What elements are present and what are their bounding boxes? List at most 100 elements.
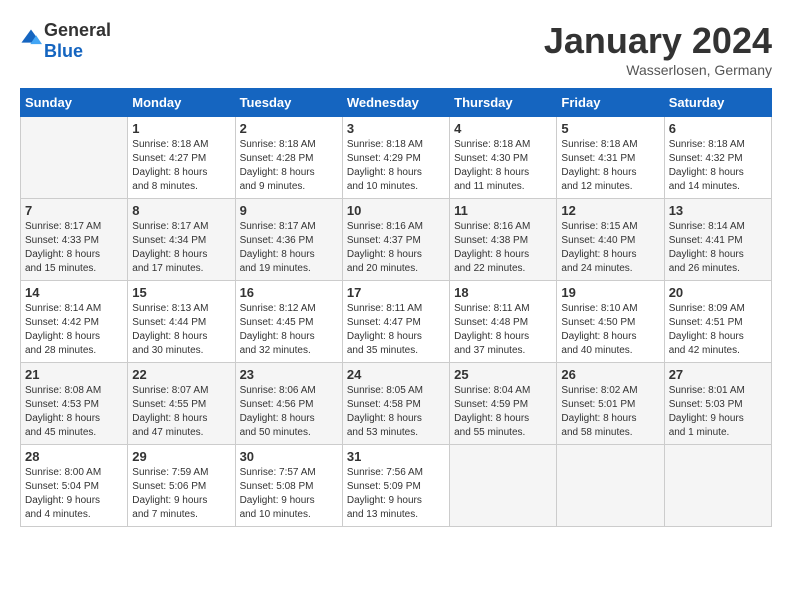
column-header-friday: Friday [557,89,664,117]
calendar-cell: 2 Sunrise: 8:18 AMSunset: 4:28 PMDaylight… [235,117,342,199]
calendar-cell: 23Sunrise: 8:06 AMSunset: 4:56 PMDayligh… [235,363,342,445]
day-info: Sunrise: 8:02 AMSunset: 5:01 PMDaylight:… [561,384,659,440]
calendar-table: SundayMondayTuesdayWednesdayThursdayFrid… [20,88,772,527]
column-header-thursday: Thursday [450,89,557,117]
day-number: 19 [561,285,659,300]
day-info: Sunrise: 7:59 AMSunset: 5:06 PMDaylight:… [132,466,230,522]
calendar-cell: 9 Sunrise: 8:17 AMSunset: 4:36 PMDaylight… [235,199,342,281]
day-info: Sunrise: 8:18 AMSunset: 4:32 PMDaylight:… [669,138,767,194]
calendar-cell [664,445,771,527]
day-info: Sunrise: 8:15 AMSunset: 4:40 PMDaylight:… [561,220,659,276]
day-number: 14 [25,285,123,300]
day-number: 30 [240,449,338,464]
calendar-cell: 5 Sunrise: 8:18 AMSunset: 4:31 PMDaylight… [557,117,664,199]
calendar-cell: 15Sunrise: 8:13 AMSunset: 4:44 PMDayligh… [128,281,235,363]
day-number: 18 [454,285,552,300]
calendar-cell: 12 Sunrise: 8:15 AMSunset: 4:40 PMDayligh… [557,199,664,281]
day-info: Sunrise: 8:17 AMSunset: 4:33 PMDaylight:… [25,220,123,276]
day-info: Sunrise: 8:17 AMSunset: 4:36 PMDaylight:… [240,220,338,276]
calendar-cell: 30 Sunrise: 7:57 AMSunset: 5:08 PMDayligh… [235,445,342,527]
day-number: 10 [347,203,445,218]
day-info: Sunrise: 8:14 AMSunset: 4:41 PMDaylight:… [669,220,767,276]
calendar-cell: 24Sunrise: 8:05 AMSunset: 4:58 PMDayligh… [342,363,449,445]
day-number: 29 [132,449,230,464]
calendar-cell: 3Sunrise: 8:18 AMSunset: 4:29 PMDaylight… [342,117,449,199]
day-number: 12 [561,203,659,218]
day-info: Sunrise: 8:09 AMSunset: 4:51 PMDaylight:… [669,302,767,358]
day-info: Sunrise: 8:18 AMSunset: 4:30 PMDaylight:… [454,138,552,194]
day-number: 1 [132,121,230,136]
logo-icon [20,28,42,50]
day-number: 26 [561,367,659,382]
day-info: Sunrise: 8:18 AMSunset: 4:31 PMDaylight:… [561,138,659,194]
column-header-saturday: Saturday [664,89,771,117]
day-number: 13 [669,203,767,218]
calendar-cell: 28Sunrise: 8:00 AMSunset: 5:04 PMDayligh… [21,445,128,527]
day-number: 7 [25,203,123,218]
day-number: 21 [25,367,123,382]
calendar-cell [21,117,128,199]
day-info: Sunrise: 8:16 AMSunset: 4:37 PMDaylight:… [347,220,445,276]
calendar-cell: 11 Sunrise: 8:16 AMSunset: 4:38 PMDayligh… [450,199,557,281]
day-info: Sunrise: 8:00 AMSunset: 5:04 PMDaylight:… [25,466,123,522]
calendar-subtitle: Wasserlosen, Germany [544,62,772,78]
day-info: Sunrise: 8:13 AMSunset: 4:44 PMDaylight:… [132,302,230,358]
calendar-cell: 6 Sunrise: 8:18 AMSunset: 4:32 PMDaylight… [664,117,771,199]
day-number: 27 [669,367,767,382]
day-info: Sunrise: 8:07 AMSunset: 4:55 PMDaylight:… [132,384,230,440]
day-number: 4 [454,121,552,136]
day-info: Sunrise: 8:10 AMSunset: 4:50 PMDaylight:… [561,302,659,358]
column-header-tuesday: Tuesday [235,89,342,117]
day-number: 16 [240,285,338,300]
day-number: 22 [132,367,230,382]
calendar-cell: 10 Sunrise: 8:16 AMSunset: 4:37 PMDayligh… [342,199,449,281]
calendar-cell: 16 Sunrise: 8:12 AMSunset: 4:45 PMDayligh… [235,281,342,363]
calendar-cell: 17 Sunrise: 8:11 AMSunset: 4:47 PMDayligh… [342,281,449,363]
day-number: 20 [669,285,767,300]
day-number: 11 [454,203,552,218]
calendar-cell [450,445,557,527]
logo-text-general: General [44,20,111,40]
day-info: Sunrise: 8:12 AMSunset: 4:45 PMDaylight:… [240,302,338,358]
column-header-monday: Monday [128,89,235,117]
day-number: 17 [347,285,445,300]
day-info: Sunrise: 7:56 AMSunset: 5:09 PMDaylight:… [347,466,445,522]
day-info: Sunrise: 7:57 AMSunset: 5:08 PMDaylight:… [240,466,338,522]
day-number: 6 [669,121,767,136]
day-info: Sunrise: 8:11 AMSunset: 4:47 PMDaylight:… [347,302,445,358]
calendar-cell [557,445,664,527]
calendar-cell: 25Sunrise: 8:04 AMSunset: 4:59 PMDayligh… [450,363,557,445]
logo-text-blue: Blue [44,41,83,61]
day-number: 8 [132,203,230,218]
calendar-cell: 4 Sunrise: 8:18 AMSunset: 4:30 PMDaylight… [450,117,557,199]
title-area: January 2024 Wasserlosen, Germany [544,20,772,78]
day-info: Sunrise: 8:08 AMSunset: 4:53 PMDaylight:… [25,384,123,440]
column-header-wednesday: Wednesday [342,89,449,117]
day-info: Sunrise: 8:18 AMSunset: 4:27 PMDaylight:… [132,138,230,194]
day-number: 5 [561,121,659,136]
calendar-cell: 13 Sunrise: 8:14 AMSunset: 4:41 PMDayligh… [664,199,771,281]
calendar-cell: 31 Sunrise: 7:56 AMSunset: 5:09 PMDayligh… [342,445,449,527]
calendar-cell: 27Sunrise: 8:01 AMSunset: 5:03 PMDayligh… [664,363,771,445]
calendar-cell: 22 Sunrise: 8:07 AMSunset: 4:55 PMDayligh… [128,363,235,445]
calendar-cell: 7 Sunrise: 8:17 AMSunset: 4:33 PMDaylight… [21,199,128,281]
calendar-cell: 19 Sunrise: 8:10 AMSunset: 4:50 PMDayligh… [557,281,664,363]
day-info: Sunrise: 8:14 AMSunset: 4:42 PMDaylight:… [25,302,123,358]
calendar-cell: 14 Sunrise: 8:14 AMSunset: 4:42 PMDayligh… [21,281,128,363]
calendar-cell: 1 Sunrise: 8:18 AMSunset: 4:27 PMDaylight… [128,117,235,199]
day-number: 24 [347,367,445,382]
day-number: 23 [240,367,338,382]
day-info: Sunrise: 8:11 AMSunset: 4:48 PMDaylight:… [454,302,552,358]
day-number: 25 [454,367,552,382]
day-info: Sunrise: 8:16 AMSunset: 4:38 PMDaylight:… [454,220,552,276]
day-info: Sunrise: 8:18 AMSunset: 4:28 PMDaylight:… [240,138,338,194]
calendar-title: January 2024 [544,20,772,62]
calendar-cell: 18 Sunrise: 8:11 AMSunset: 4:48 PMDayligh… [450,281,557,363]
day-number: 2 [240,121,338,136]
column-header-sunday: Sunday [21,89,128,117]
day-number: 9 [240,203,338,218]
day-info: Sunrise: 8:17 AMSunset: 4:34 PMDaylight:… [132,220,230,276]
day-number: 31 [347,449,445,464]
logo: General Blue [20,20,111,62]
calendar-cell: 21 Sunrise: 8:08 AMSunset: 4:53 PMDayligh… [21,363,128,445]
